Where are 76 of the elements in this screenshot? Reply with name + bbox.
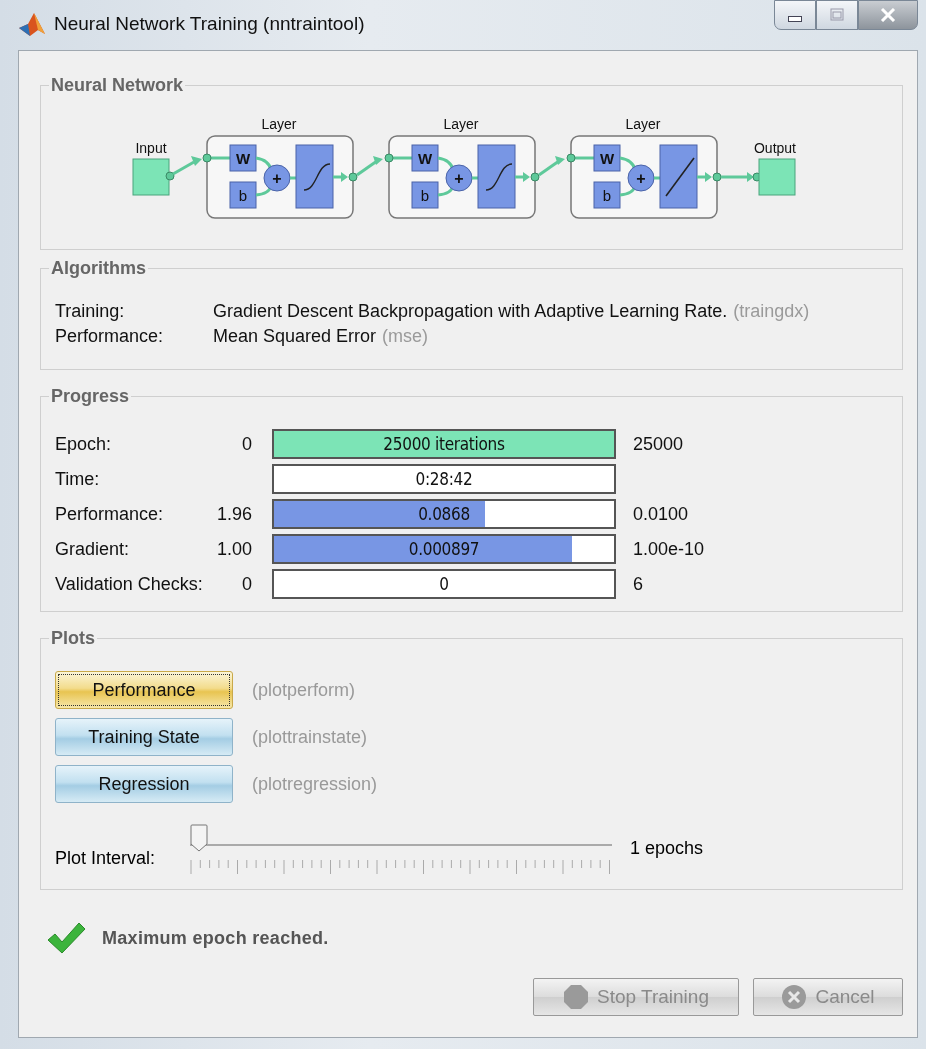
sum-node: [445, 164, 472, 192]
start-value: 1.96: [216, 503, 252, 524]
sum-label: +: [635, 170, 646, 187]
plot-button[interactable]: Regression: [55, 765, 233, 803]
bias-label: b: [238, 187, 247, 204]
weight-block: [593, 144, 620, 172]
function-name: (plottrainstate): [252, 726, 368, 748]
field-label: Training:: [55, 301, 126, 322]
connector: [436, 156, 454, 197]
field-label: Epoch:: [55, 433, 113, 455]
panel-title: Plots: [50, 628, 96, 649]
connector: [618, 156, 636, 197]
algorithm-name: Gradient Descent Backpropagation with Adaptive Learning Rate.: [213, 301, 728, 321]
maximize-icon: [829, 8, 845, 22]
transfer-function-block: [295, 144, 333, 209]
function-name: (plotregression): [252, 773, 378, 795]
sum-node: [627, 164, 654, 192]
cancel-icon: [781, 984, 808, 1010]
weight-label: W: [599, 150, 614, 167]
interval-value: 1 epochs: [630, 838, 704, 859]
window-title: Neural Network Training (nntraintool): [54, 13, 365, 35]
close-button[interactable]: [858, 0, 918, 30]
sum-label: +: [271, 170, 282, 187]
bias-label: b: [420, 187, 429, 204]
field-label: Plot Interval:: [55, 848, 157, 869]
plot-button[interactable]: Training State: [55, 718, 233, 756]
minimize-button[interactable]: [774, 0, 816, 30]
field-label: Validation Checks:: [55, 573, 204, 595]
close-icon: [880, 8, 896, 22]
function-name: (traingdx): [733, 301, 810, 321]
slider-thumb[interactable]: [190, 824, 208, 852]
target-value: 1.00e-10: [633, 538, 705, 559]
target-value: 6: [633, 573, 643, 594]
layer-label: Layer: [261, 116, 296, 132]
bias-label: b: [602, 187, 611, 204]
transfer-function-block: [659, 144, 697, 209]
bar-value: 0.0868: [418, 504, 470, 524]
layer-label: Layer: [625, 116, 660, 132]
output-block: [758, 158, 795, 196]
checkmark-icon: [46, 920, 86, 956]
sum-node: [263, 164, 290, 192]
weight-label: W: [235, 150, 250, 167]
input-block: [132, 158, 169, 196]
minimize-icon: [788, 16, 802, 22]
field-label: Performance:: [55, 326, 165, 347]
bias-block: [593, 181, 620, 209]
connector: [254, 156, 272, 197]
bar-value: 0.000897: [408, 539, 480, 559]
sum-label: +: [453, 170, 464, 187]
start-value: 1.00: [216, 538, 252, 559]
weight-label: W: [417, 150, 432, 167]
field-label: Performance:: [55, 503, 165, 525]
start-value: 0: [242, 433, 252, 454]
weight-block: [411, 144, 438, 172]
field-label: Gradient:: [55, 538, 131, 560]
stop-sign-icon: [563, 984, 589, 1010]
bias-block: [411, 181, 438, 209]
bar-value: 25000 iterations: [383, 434, 505, 454]
target-value: 0.0100: [633, 503, 689, 524]
target-value: 25000: [633, 433, 684, 454]
start-value: 0: [242, 573, 252, 594]
output-label: Output: [753, 140, 796, 156]
bias-block: [229, 181, 256, 209]
weight-block: [229, 144, 256, 172]
function-name: (plotperform): [252, 679, 356, 701]
panel-title: Algorithms: [50, 258, 147, 279]
algorithm-name: Mean Squared Error: [213, 326, 377, 346]
plot-button[interactable]: Performance: [55, 671, 233, 709]
panel-title: Neural Network: [50, 75, 185, 96]
layer-label: Layer: [443, 116, 478, 132]
field-label: Time:: [55, 468, 101, 490]
transfer-function-block: [477, 144, 515, 209]
input-label: Input: [134, 140, 167, 156]
function-name: (mse): [382, 326, 429, 346]
panel-title: Progress: [50, 386, 131, 407]
status-message: Maximum epoch reached.: [102, 927, 329, 949]
